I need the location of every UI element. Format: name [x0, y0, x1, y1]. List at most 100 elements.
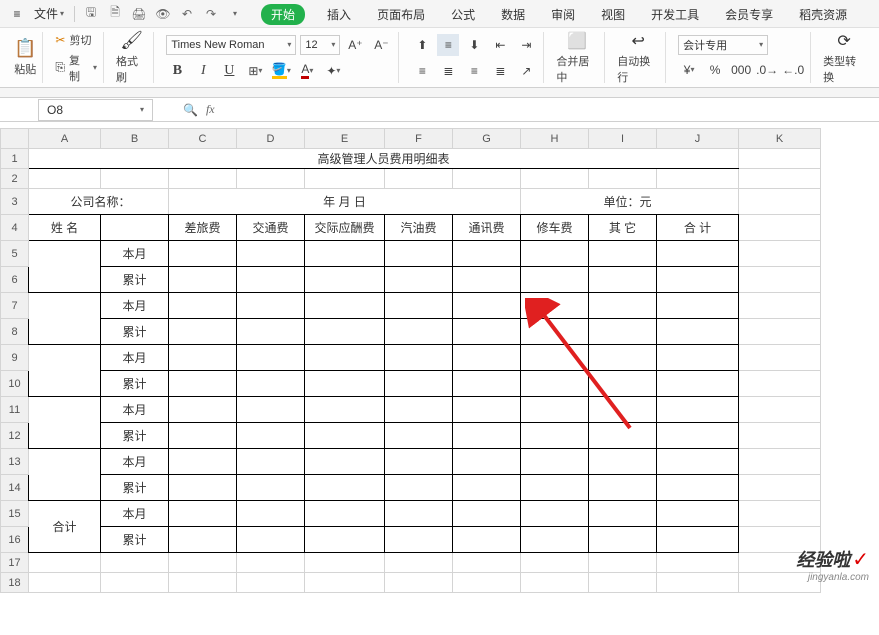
tab-dev-tools[interactable]: 开发工具 — [647, 4, 703, 25]
table-header[interactable]: 合 计 — [657, 215, 739, 241]
cell[interactable] — [589, 573, 657, 593]
period-cell[interactable]: 累计 — [101, 423, 169, 449]
data-cell[interactable] — [589, 371, 657, 397]
name-cell[interactable] — [29, 397, 101, 449]
unit-cell[interactable]: 单位：元 — [521, 189, 739, 215]
cell[interactable] — [237, 573, 305, 593]
data-cell[interactable] — [305, 501, 385, 527]
period-cell[interactable]: 累计 — [101, 371, 169, 397]
data-cell[interactable] — [521, 501, 589, 527]
col-header-I[interactable]: I — [589, 129, 657, 149]
data-cell[interactable] — [237, 475, 305, 501]
table-header[interactable]: 交通费 — [237, 215, 305, 241]
data-cell[interactable] — [385, 241, 453, 267]
data-cell[interactable] — [237, 423, 305, 449]
row-header-6[interactable]: 6 — [1, 267, 29, 293]
cell[interactable] — [385, 169, 453, 189]
align-justify-button[interactable]: ≣ — [489, 60, 511, 82]
cell[interactable] — [739, 371, 821, 397]
data-cell[interactable] — [169, 293, 237, 319]
cell[interactable] — [237, 169, 305, 189]
data-cell[interactable] — [385, 527, 453, 553]
table-header[interactable] — [101, 215, 169, 241]
col-header-F[interactable]: F — [385, 129, 453, 149]
period-cell[interactable]: 累计 — [101, 527, 169, 553]
data-cell[interactable] — [453, 345, 521, 371]
cell[interactable] — [657, 553, 739, 573]
data-cell[interactable] — [385, 501, 453, 527]
font-size-select[interactable]: 12 ▾ — [300, 35, 340, 55]
row-header-12[interactable]: 12 — [1, 423, 29, 449]
data-cell[interactable] — [453, 397, 521, 423]
data-cell[interactable] — [237, 319, 305, 345]
data-cell[interactable] — [385, 423, 453, 449]
cell[interactable] — [739, 475, 821, 501]
period-cell[interactable]: 累计 — [101, 475, 169, 501]
name-cell[interactable] — [29, 241, 101, 293]
data-cell[interactable] — [237, 371, 305, 397]
period-cell[interactable]: 本月 — [101, 293, 169, 319]
total-label[interactable]: 合计 — [29, 501, 101, 553]
data-cell[interactable] — [657, 397, 739, 423]
save-icon[interactable]: 🖫 — [81, 4, 101, 24]
data-cell[interactable] — [305, 449, 385, 475]
name-box[interactable]: O8 ▾ — [38, 99, 153, 121]
data-cell[interactable] — [237, 397, 305, 423]
row-header-16[interactable]: 16 — [1, 527, 29, 553]
data-cell[interactable] — [589, 319, 657, 345]
cell[interactable] — [385, 553, 453, 573]
data-cell[interactable] — [589, 267, 657, 293]
period-cell[interactable]: 累计 — [101, 319, 169, 345]
row-header-10[interactable]: 10 — [1, 371, 29, 397]
data-cell[interactable] — [657, 371, 739, 397]
cell[interactable] — [29, 169, 101, 189]
col-header-D[interactable]: D — [237, 129, 305, 149]
data-cell[interactable] — [521, 371, 589, 397]
tab-review[interactable]: 审阅 — [547, 4, 579, 25]
data-cell[interactable] — [521, 293, 589, 319]
fx-icon[interactable]: fx — [206, 102, 215, 117]
data-cell[interactable] — [589, 449, 657, 475]
phonetic-button[interactable]: ✦▾ — [322, 60, 344, 82]
cell[interactable] — [101, 553, 169, 573]
data-cell[interactable] — [237, 527, 305, 553]
font-name-select[interactable]: Times New Roman ▾ — [166, 35, 296, 55]
data-cell[interactable] — [657, 293, 739, 319]
data-cell[interactable] — [385, 371, 453, 397]
cell[interactable] — [739, 241, 821, 267]
qat-dropdown-icon[interactable]: ▾ — [225, 4, 245, 24]
cell[interactable] — [169, 573, 237, 593]
undo-icon[interactable]: ↶ — [177, 4, 197, 24]
col-header-K[interactable]: K — [739, 129, 821, 149]
row-header-5[interactable]: 5 — [1, 241, 29, 267]
data-cell[interactable] — [169, 475, 237, 501]
cell[interactable] — [169, 169, 237, 189]
data-cell[interactable] — [657, 501, 739, 527]
cell[interactable] — [739, 501, 821, 527]
cell[interactable] — [739, 293, 821, 319]
font-color-button[interactable]: A▾ — [296, 60, 318, 82]
cell[interactable] — [739, 149, 821, 169]
row-header-4[interactable]: 4 — [1, 215, 29, 241]
cell[interactable] — [739, 345, 821, 371]
title-cell[interactable]: 高级管理人员费用明细表 — [29, 149, 739, 169]
tab-formula[interactable]: 公式 — [447, 4, 479, 25]
cell[interactable] — [385, 573, 453, 593]
data-cell[interactable] — [169, 423, 237, 449]
name-cell[interactable] — [29, 449, 101, 501]
cell[interactable] — [589, 169, 657, 189]
table-header[interactable]: 通讯费 — [453, 215, 521, 241]
data-cell[interactable] — [589, 345, 657, 371]
cell[interactable] — [101, 573, 169, 593]
period-cell[interactable]: 本月 — [101, 397, 169, 423]
col-header-G[interactable]: G — [453, 129, 521, 149]
data-cell[interactable] — [305, 423, 385, 449]
data-cell[interactable] — [169, 345, 237, 371]
tab-data[interactable]: 数据 — [497, 4, 529, 25]
tab-start[interactable]: 开始 — [261, 4, 305, 25]
row-header-3[interactable]: 3 — [1, 189, 29, 215]
col-header-B[interactable]: B — [101, 129, 169, 149]
data-cell[interactable] — [305, 345, 385, 371]
data-cell[interactable] — [589, 423, 657, 449]
data-cell[interactable] — [305, 241, 385, 267]
